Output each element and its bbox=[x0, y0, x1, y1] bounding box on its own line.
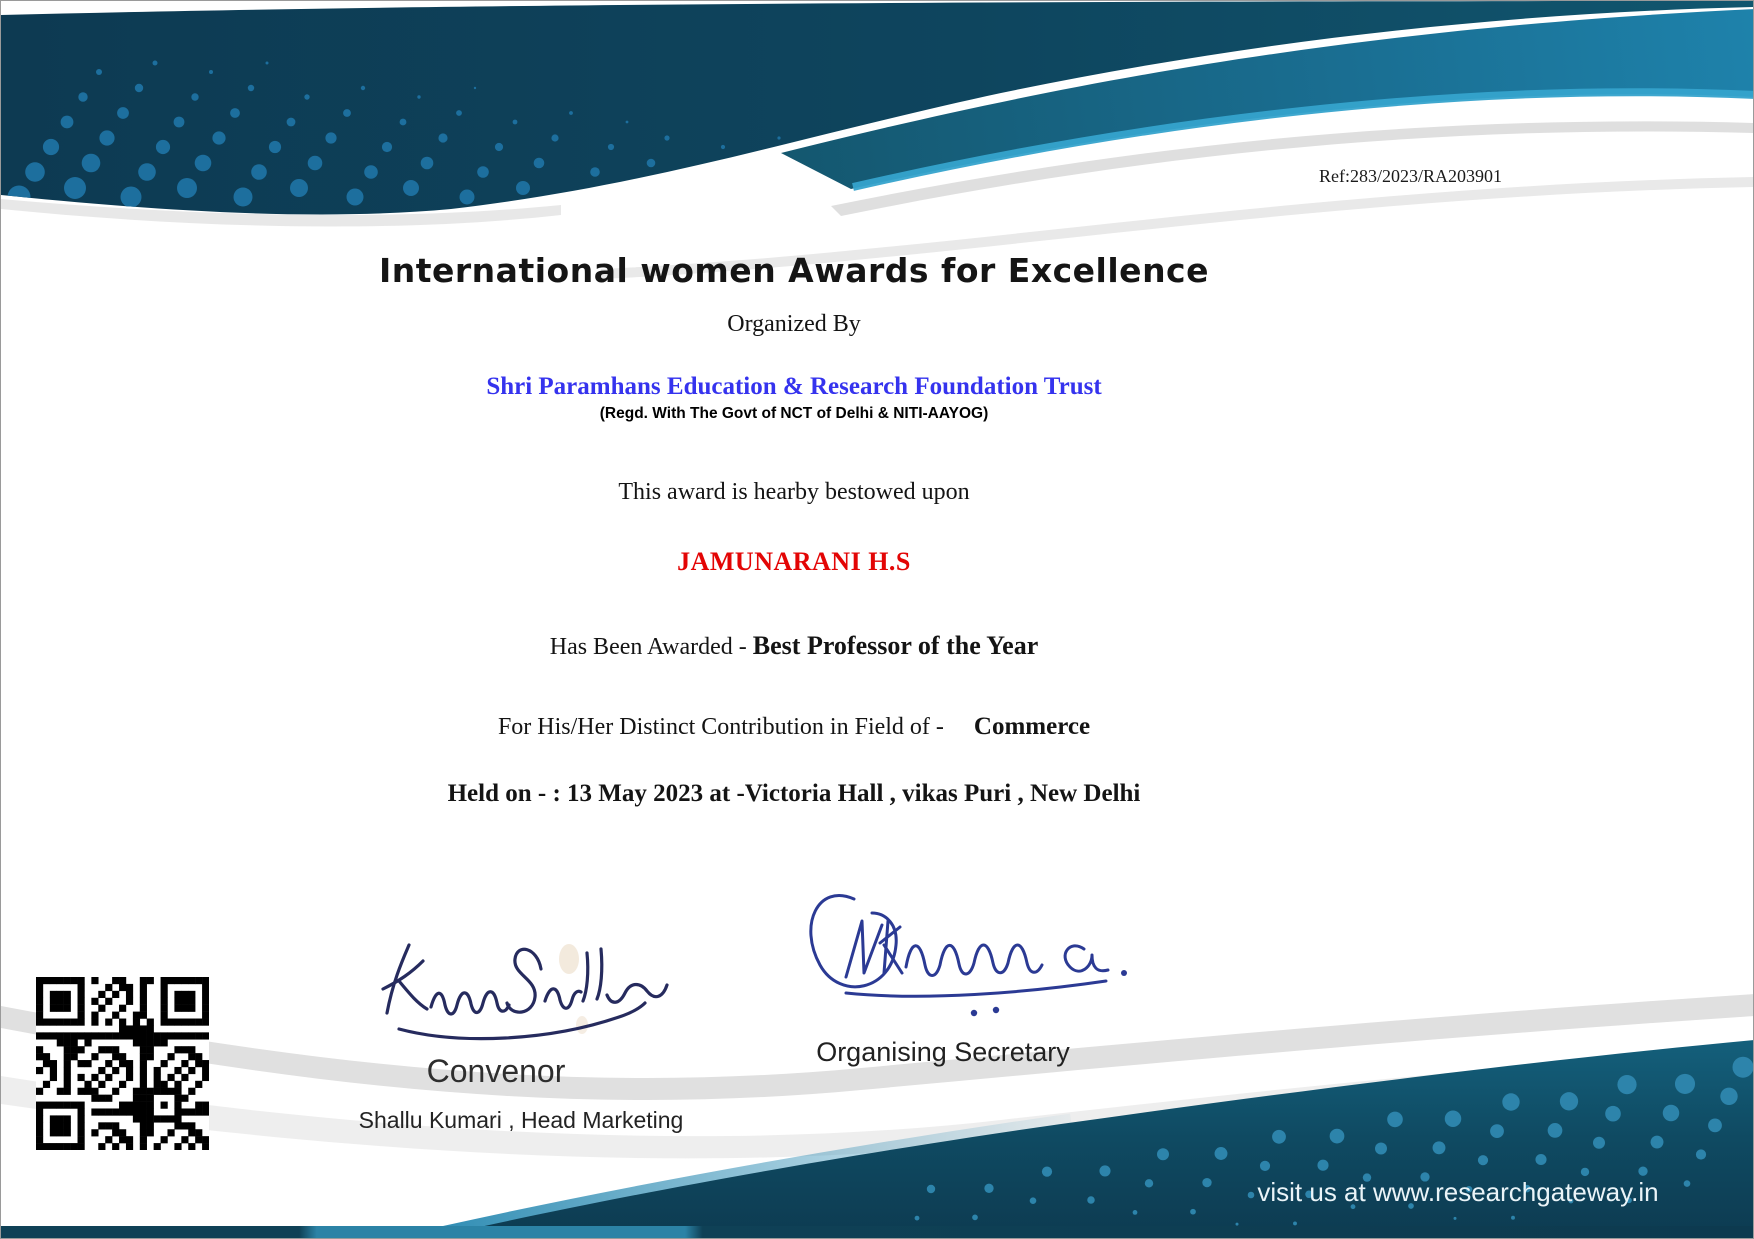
qr-code bbox=[36, 977, 209, 1150]
convenor-role-label: Convenor bbox=[346, 1053, 646, 1090]
convenor-name-title: Shallu Kumari , Head Marketing bbox=[331, 1107, 711, 1134]
website-line: visit us at www.researchgateway.in bbox=[1253, 1177, 1663, 1208]
secretary-signature bbox=[794, 877, 1179, 1032]
signature-dot bbox=[1121, 970, 1127, 976]
convenor-signature bbox=[369, 929, 669, 1049]
top-wave-decoration bbox=[1, 1, 1754, 281]
field-value: Commerce bbox=[974, 713, 1090, 740]
reference-number: Ref:283/2023/RA203901 bbox=[1319, 166, 1579, 187]
award-line: Has Been Awarded -Best Professor of the … bbox=[1, 631, 1587, 661]
signature-strokes bbox=[811, 896, 1108, 997]
field-line: For His/Her Distinct Contribution in Fie… bbox=[1, 713, 1587, 741]
signature-strokes bbox=[383, 945, 667, 1039]
field-line-prefix: For His/Her Distinct Contribution in Fie… bbox=[498, 714, 944, 740]
organization-name: Shri Paramhans Education & Research Foun… bbox=[1, 373, 1587, 401]
certificate-title: International women Awards for Excellenc… bbox=[1, 251, 1587, 290]
award-title: Best Professor of the Year bbox=[753, 631, 1038, 660]
bottom-edge-strip bbox=[1, 1226, 1754, 1238]
event-line: Held on - : 13 May 2023 at -Victoria Hal… bbox=[1, 780, 1587, 808]
ink-stain bbox=[559, 944, 579, 974]
signature-dot bbox=[971, 1010, 977, 1016]
certificate-page: Ref:283/2023/RA203901 International wome… bbox=[0, 0, 1754, 1239]
signature-dot bbox=[993, 1007, 999, 1013]
recipient-name: JAMUNARANI H.S bbox=[1, 547, 1587, 577]
organized-by-label: Organized By bbox=[1, 311, 1587, 338]
bestowed-line: This award is hearby bestowed upon bbox=[1, 479, 1587, 506]
secretary-role-label: Organising Secretary bbox=[793, 1037, 1093, 1068]
registration-note: (Regd. With The Govt of NCT of Delhi & N… bbox=[1, 405, 1587, 423]
award-line-prefix: Has Been Awarded - bbox=[550, 634, 747, 660]
